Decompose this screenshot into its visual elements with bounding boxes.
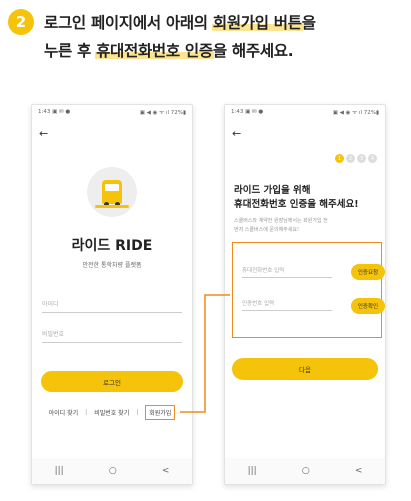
connector-line <box>180 294 230 413</box>
instruction-line-1: 로그인 페이지에서 아래의 회원가입 버튼을 <box>44 14 316 32</box>
instruction-line-2: 누른 후 휴대전화번호 인증을 해주세요. <box>44 42 294 60</box>
